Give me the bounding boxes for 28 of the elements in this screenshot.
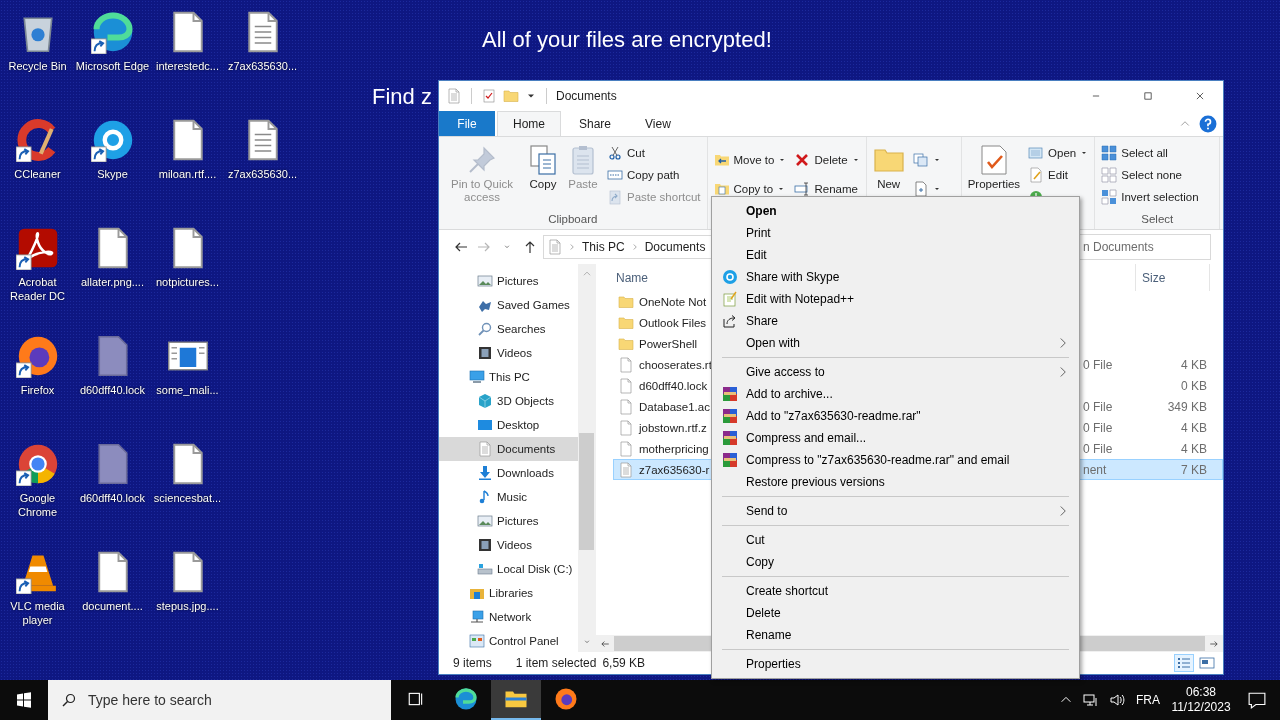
file-name: d60dff40.lock <box>639 379 708 392</box>
file-name: chooserates.rt <box>639 358 712 371</box>
group-label: Clipboard <box>547 212 599 227</box>
file-name: jobstown.rtf.z <box>639 421 707 434</box>
file-name: z7ax635630-r <box>639 463 710 476</box>
file-type: 0 File <box>1083 399 1113 414</box>
window-title: Documents <box>556 89 618 103</box>
file-name: motherpricing <box>639 442 709 455</box>
file-type: 0 File <box>1083 441 1113 456</box>
file-name: Outlook Files <box>639 316 707 329</box>
item-count: 9 items <box>453 656 492 670</box>
file-size: 4 KB <box>1181 441 1207 456</box>
file-name: Database1.ac <box>639 400 710 413</box>
message-text: Find z <box>372 84 432 110</box>
file-type: nent <box>1083 462 1107 477</box>
file-size: 4 KB <box>1181 357 1207 372</box>
file-size: 0 KB <box>1181 378 1207 393</box>
selection-count: 1 item selected <box>515 656 597 670</box>
file-type: 0 File <box>1083 357 1113 372</box>
selection-size: 6,59 KB <box>602 656 646 670</box>
group-label: Select <box>1140 212 1175 227</box>
file-name: PowerShell <box>639 337 698 350</box>
file-name: OneNote Not <box>639 295 707 308</box>
message-text: All of your files are encrypted! <box>482 27 772 53</box>
file-size: 7 KB <box>1181 462 1207 477</box>
file-type: 0 File <box>1083 420 1113 435</box>
file-size: 349 KB <box>1167 399 1207 414</box>
file-size: 4 KB <box>1181 420 1207 435</box>
